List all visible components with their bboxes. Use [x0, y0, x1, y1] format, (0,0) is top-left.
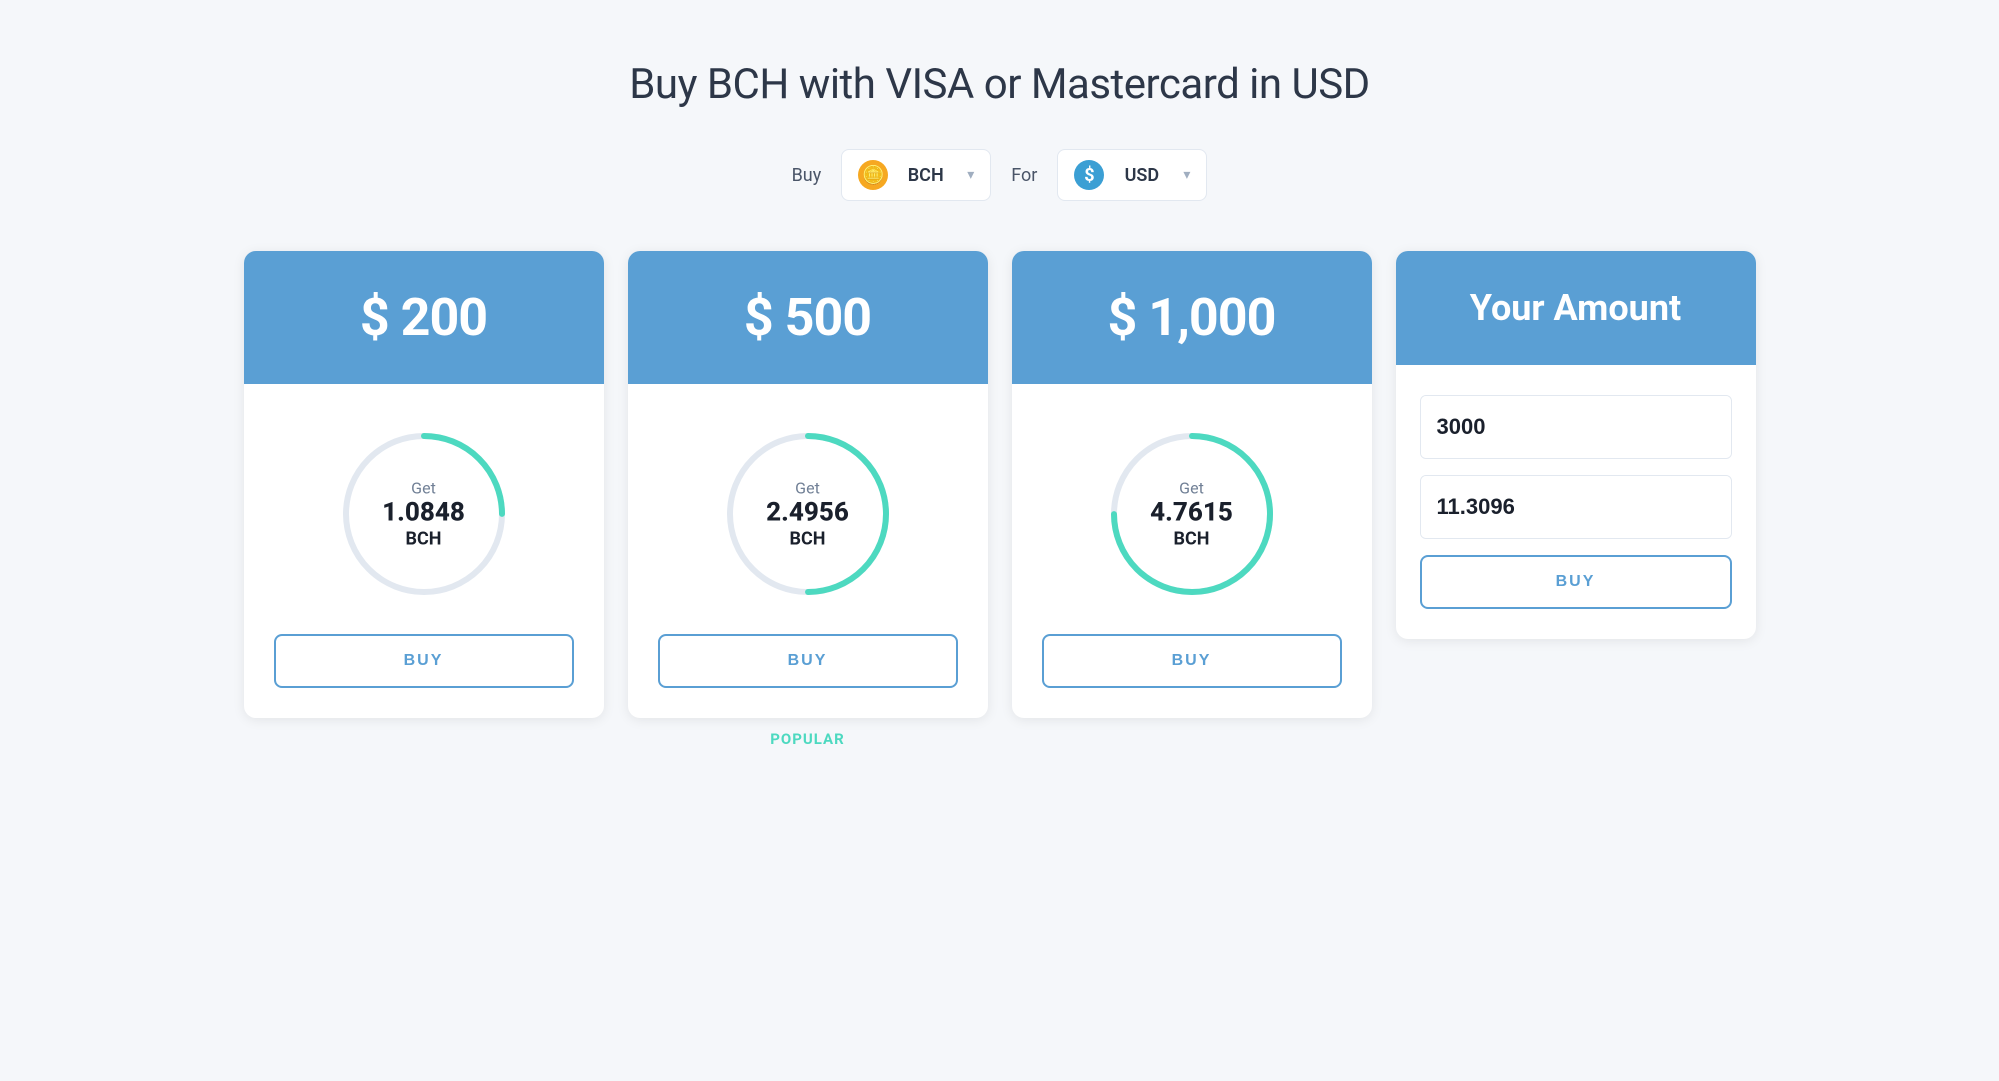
fiat-dropdown[interactable]: $ USD ▾	[1057, 149, 1207, 201]
card-200-buy-button[interactable]: BUY	[274, 634, 574, 688]
crypto-dropdown[interactable]: 🪙 BCH ▾	[841, 149, 991, 201]
fiat-chevron-icon: ▾	[1183, 167, 1190, 183]
usd-input-row: USD	[1420, 395, 1732, 459]
card-500-circle: Get 2.4956 BCH	[718, 424, 898, 604]
card-200-bch-label: BCH	[382, 529, 465, 550]
card-1000-circle: Get 4.7615 BCH	[1102, 424, 1282, 604]
card-200-circle: Get 1.0848 BCH	[334, 424, 514, 604]
card-200-bch-amount: 1.0848	[382, 497, 465, 528]
buy-label: Buy	[792, 165, 822, 186]
usd-icon: $	[1074, 160, 1104, 190]
card-500-wrapper: $ 500 Get 2.4956 BCH BUY POPULAR	[628, 251, 988, 752]
card-1000-circle-text: Get 4.7615 BCH	[1150, 478, 1233, 549]
card-1000-get-label: Get	[1150, 478, 1233, 497]
your-amount-header: Your Amount	[1396, 251, 1756, 365]
card-1000-buy-button[interactable]: BUY	[1042, 634, 1342, 688]
card-200: $ 200 Get 1.0848 BCH BUY	[244, 251, 604, 718]
card-200-amount: $ 200	[360, 287, 487, 348]
fiat-symbol: USD	[1125, 165, 1160, 186]
card-200-circle-text: Get 1.0848 BCH	[382, 478, 465, 549]
bch-icon: 🪙	[858, 160, 888, 190]
card-1000-bch-label: BCH	[1150, 529, 1233, 550]
card-200-get-label: Get	[382, 478, 465, 497]
crypto-chevron-icon: ▾	[967, 167, 974, 183]
card-1000: $ 1,000 Get 4.7615 BCH BUY	[1012, 251, 1372, 718]
card-500-header: $ 500	[628, 251, 988, 384]
usd-input[interactable]	[1421, 396, 1732, 458]
card-1000-amount: $ 1,000	[1108, 287, 1276, 348]
card-500-circle-text: Get 2.4956 BCH	[766, 478, 849, 549]
card-1000-body: Get 4.7615 BCH BUY	[1012, 384, 1372, 718]
bch-input-row: BCH	[1420, 475, 1732, 539]
card-1000-header: $ 1,000	[1012, 251, 1372, 384]
your-amount-title: Your Amount	[1470, 287, 1681, 329]
for-label: For	[1011, 165, 1037, 186]
crypto-symbol: BCH	[908, 165, 944, 186]
card-500-get-label: Get	[766, 478, 849, 497]
your-amount-buy-button[interactable]: BUY	[1420, 555, 1732, 609]
cards-row: $ 200 Get 1.0848 BCH BUY $ 500	[244, 251, 1756, 752]
card-200-header: $ 200	[244, 251, 604, 384]
your-amount-body: USD BCH BUY	[1396, 365, 1756, 639]
card-500-bch-amount: 2.4956	[766, 497, 849, 528]
popular-badge: POPULAR	[770, 718, 845, 752]
card-500-amount: $ 500	[744, 287, 871, 348]
your-amount-card: Your Amount USD BCH BUY	[1396, 251, 1756, 639]
card-500-bch-label: BCH	[766, 529, 849, 550]
page-title: Buy BCH with VISA or Mastercard in USD	[629, 60, 1369, 109]
card-500-body: Get 2.4956 BCH BUY	[628, 384, 988, 718]
card-200-body: Get 1.0848 BCH BUY	[244, 384, 604, 718]
card-500-buy-button[interactable]: BUY	[658, 634, 958, 688]
card-500: $ 500 Get 2.4956 BCH BUY	[628, 251, 988, 718]
bch-input[interactable]	[1421, 476, 1732, 538]
selector-row: Buy 🪙 BCH ▾ For $ USD ▾	[792, 149, 1208, 201]
card-1000-bch-amount: 4.7615	[1150, 497, 1233, 528]
